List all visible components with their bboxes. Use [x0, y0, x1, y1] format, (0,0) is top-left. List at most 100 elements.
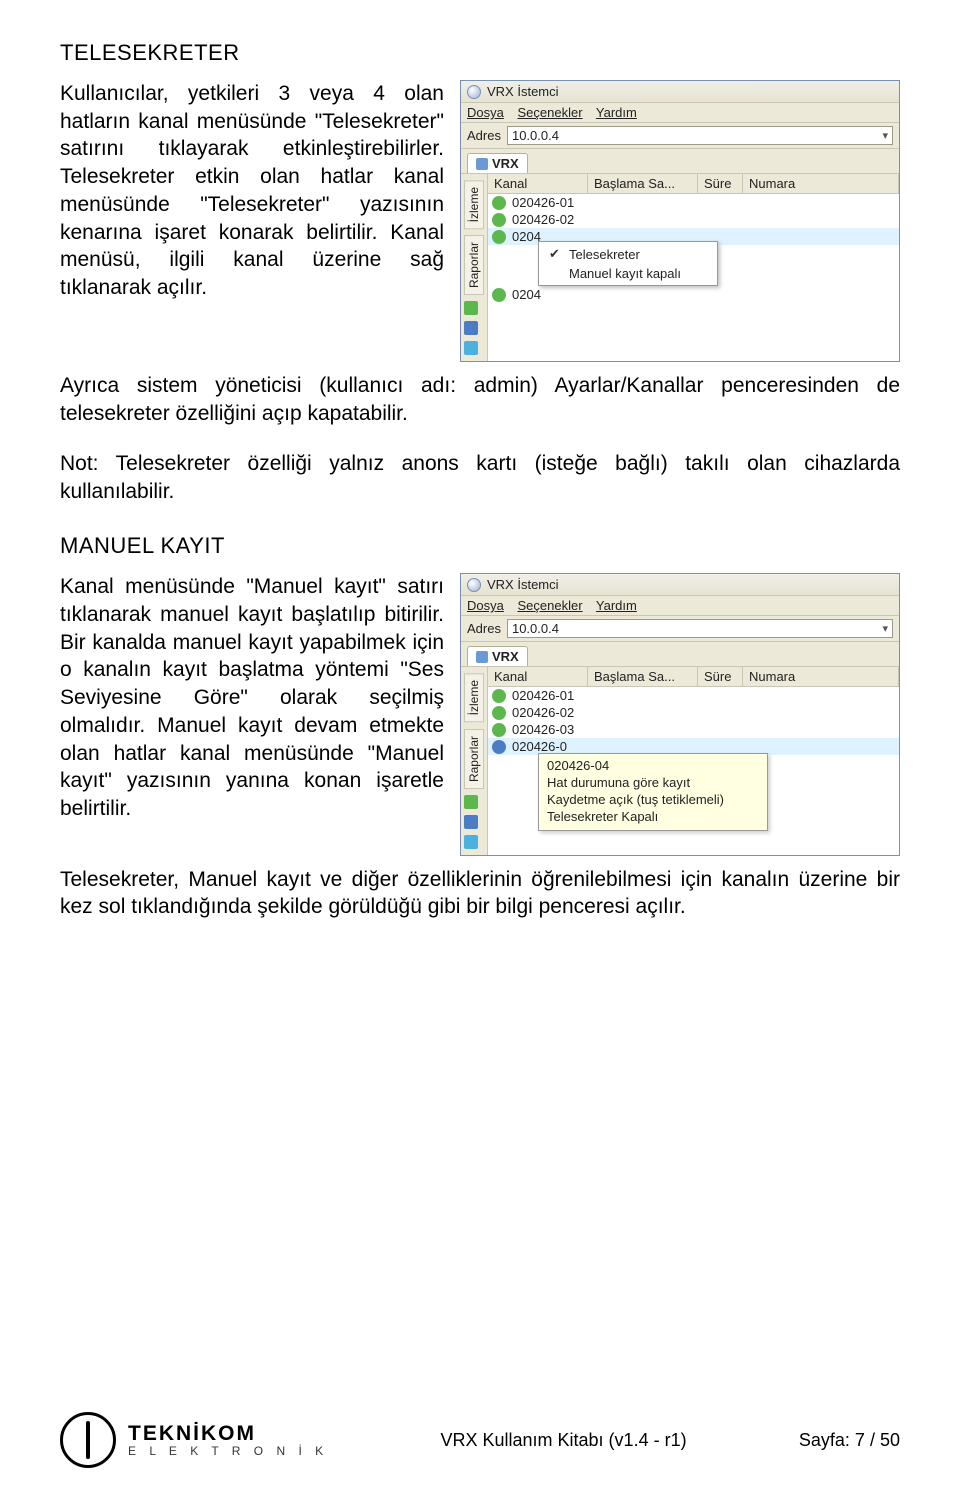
- address-value: 10.0.0.4: [512, 128, 559, 143]
- menu-secenekler[interactable]: Seçenekler: [517, 598, 582, 613]
- para: Ayrıca sistem yöneticisi (kullanıcı adı:…: [60, 372, 900, 427]
- side-icon-report[interactable]: [464, 321, 478, 335]
- app-icon: [467, 85, 481, 99]
- side-tab-raporlar[interactable]: Raporlar: [464, 729, 484, 789]
- col-kanal[interactable]: Kanal: [488, 174, 588, 193]
- side-icon-report[interactable]: [464, 815, 478, 829]
- tooltip-line: Telesekreter Kapalı: [547, 809, 759, 826]
- address-bar: Adres 10.0.0.4 ▾: [461, 123, 899, 149]
- status-icon: [492, 689, 506, 703]
- side-tab-izleme[interactable]: İzleme: [464, 673, 484, 722]
- col-numara[interactable]: Numara: [743, 667, 899, 686]
- list-item[interactable]: 020426-01: [488, 687, 899, 704]
- titlebar: VRX İstemci: [461, 574, 899, 596]
- tab-icon: [476, 158, 488, 170]
- vrx-window: VRX İstemci Dosya Seçenekler Yardım Adre…: [460, 573, 900, 855]
- tab-vrx[interactable]: VRX: [467, 646, 528, 666]
- status-icon: [492, 740, 506, 754]
- side-icon-record[interactable]: [464, 301, 478, 315]
- tooltip-line: Kaydetme açık (tuş tetiklemeli): [547, 792, 759, 809]
- menu-yardim[interactable]: Yardım: [596, 105, 637, 120]
- list-item[interactable]: 020426-02: [488, 211, 899, 228]
- brand-name: TEKNİKOM: [128, 1423, 328, 1445]
- tab-label: VRX: [492, 649, 519, 664]
- address-label: Adres: [467, 621, 501, 636]
- side-icon-app[interactable]: [464, 341, 478, 355]
- cell-kanal: 020426-03: [512, 722, 574, 737]
- menu-dosya[interactable]: Dosya: [467, 598, 504, 613]
- tab-label: VRX: [492, 156, 519, 171]
- figure-telesekreter-window: VRX İstemci Dosya Seçenekler Yardım Adre…: [460, 80, 900, 362]
- info-tooltip: 020426-04 Hat durumuna göre kayıt Kaydet…: [538, 753, 768, 831]
- address-input[interactable]: 10.0.0.4 ▾: [507, 619, 893, 638]
- heading-manuel-kayit: MANUEL KAYIT: [60, 533, 900, 559]
- status-icon: [492, 213, 506, 227]
- para-note: Not: Telesekreter özelliği yalnız anons …: [60, 450, 900, 505]
- side-tabs: İzleme Raporlar: [461, 174, 488, 361]
- text-column: Kullanıcılar, yetkileri 3 veya 4 olan ha…: [60, 80, 444, 362]
- col-sure[interactable]: Süre: [698, 174, 743, 193]
- cell-kanal: 0204: [512, 287, 541, 302]
- menu-secenekler[interactable]: Seçenekler: [517, 105, 582, 120]
- brand-subtitle: E L E K T R O N İ K: [128, 1445, 328, 1458]
- side-tab-izleme[interactable]: İzleme: [464, 180, 484, 229]
- tooltip-line: Hat durumuna göre kayıt: [547, 775, 759, 792]
- list-item[interactable]: 020426-02: [488, 704, 899, 721]
- list-item[interactable]: 0204: [488, 286, 899, 303]
- page-footer: TEKNİKOM E L E K T R O N İ K VRX Kullanı…: [60, 1412, 900, 1468]
- status-icon: [492, 288, 506, 302]
- ctx-manuel-kayit[interactable]: Manuel kayıt kapalı: [539, 264, 717, 283]
- status-icon: [492, 196, 506, 210]
- col-baslama[interactable]: Başlama Sa...: [588, 667, 698, 686]
- section-manuel-kayit: MANUEL KAYIT Kanal menüsünde "Manuel kay…: [60, 533, 900, 921]
- cell-kanal: 0204: [512, 229, 541, 244]
- menu-dosya[interactable]: Dosya: [467, 105, 504, 120]
- col-sure[interactable]: Süre: [698, 667, 743, 686]
- side-icons: [464, 795, 484, 849]
- status-icon: [492, 706, 506, 720]
- channel-list: Kanal Başlama Sa... Süre Numara 020426-0…: [488, 174, 899, 361]
- chevron-down-icon[interactable]: ▾: [882, 622, 888, 635]
- list-header: Kanal Başlama Sa... Süre Numara: [488, 174, 899, 194]
- window-title: VRX İstemci: [487, 84, 559, 99]
- window-title: VRX İstemci: [487, 577, 559, 592]
- side-icon-record[interactable]: [464, 795, 478, 809]
- list-item[interactable]: 020426-03: [488, 721, 899, 738]
- cell-kanal: 020426-02: [512, 212, 574, 227]
- figure-manuel-kayit-window: VRX İstemci Dosya Seçenekler Yardım Adre…: [460, 573, 900, 855]
- col-baslama[interactable]: Başlama Sa...: [588, 174, 698, 193]
- brand-logo: TEKNİKOM E L E K T R O N İ K: [60, 1412, 328, 1468]
- heading-telesekreter: TELESEKRETER: [60, 40, 900, 66]
- app-icon: [467, 578, 481, 592]
- side-tabs: İzleme Raporlar: [461, 667, 488, 854]
- vrx-window: VRX İstemci Dosya Seçenekler Yardım Adre…: [460, 80, 900, 362]
- menubar: Dosya Seçenekler Yardım: [461, 596, 899, 616]
- footer-page: Sayfa: 7 / 50: [799, 1430, 900, 1451]
- tab-icon: [476, 651, 488, 663]
- address-bar: Adres 10.0.0.4 ▾: [461, 616, 899, 642]
- tab-row: VRX: [461, 642, 899, 667]
- section-telesekreter: TELESEKRETER Kullanıcılar, yetkileri 3 v…: [60, 40, 900, 505]
- ctx-telesekreter[interactable]: ✔ Telesekreter: [539, 244, 717, 264]
- tooltip-line: 020426-04: [547, 758, 759, 775]
- tab-vrx[interactable]: VRX: [467, 153, 528, 173]
- menu-yardim[interactable]: Yardım: [596, 598, 637, 613]
- context-menu: ✔ Telesekreter Manuel kayıt kapalı: [538, 241, 718, 286]
- chevron-down-icon[interactable]: ▾: [882, 129, 888, 142]
- list-item[interactable]: 020426-01: [488, 194, 899, 211]
- side-icon-app[interactable]: [464, 835, 478, 849]
- col-kanal[interactable]: Kanal: [488, 667, 588, 686]
- address-label: Adres: [467, 128, 501, 143]
- side-icons: [464, 301, 484, 355]
- logo-text: TEKNİKOM E L E K T R O N İ K: [128, 1423, 328, 1458]
- cell-kanal: 020426-02: [512, 705, 574, 720]
- cell-kanal: 020426-01: [512, 195, 574, 210]
- cell-kanal: 020426-01: [512, 688, 574, 703]
- address-input[interactable]: 10.0.0.4 ▾: [507, 126, 893, 145]
- para: Kanal menüsünde "Manuel kayıt" satırı tı…: [60, 573, 444, 822]
- col-numara[interactable]: Numara: [743, 174, 899, 193]
- side-tab-raporlar[interactable]: Raporlar: [464, 235, 484, 295]
- cell-kanal: 020426-0: [512, 739, 567, 754]
- tab-row: VRX: [461, 149, 899, 174]
- address-value: 10.0.0.4: [512, 621, 559, 636]
